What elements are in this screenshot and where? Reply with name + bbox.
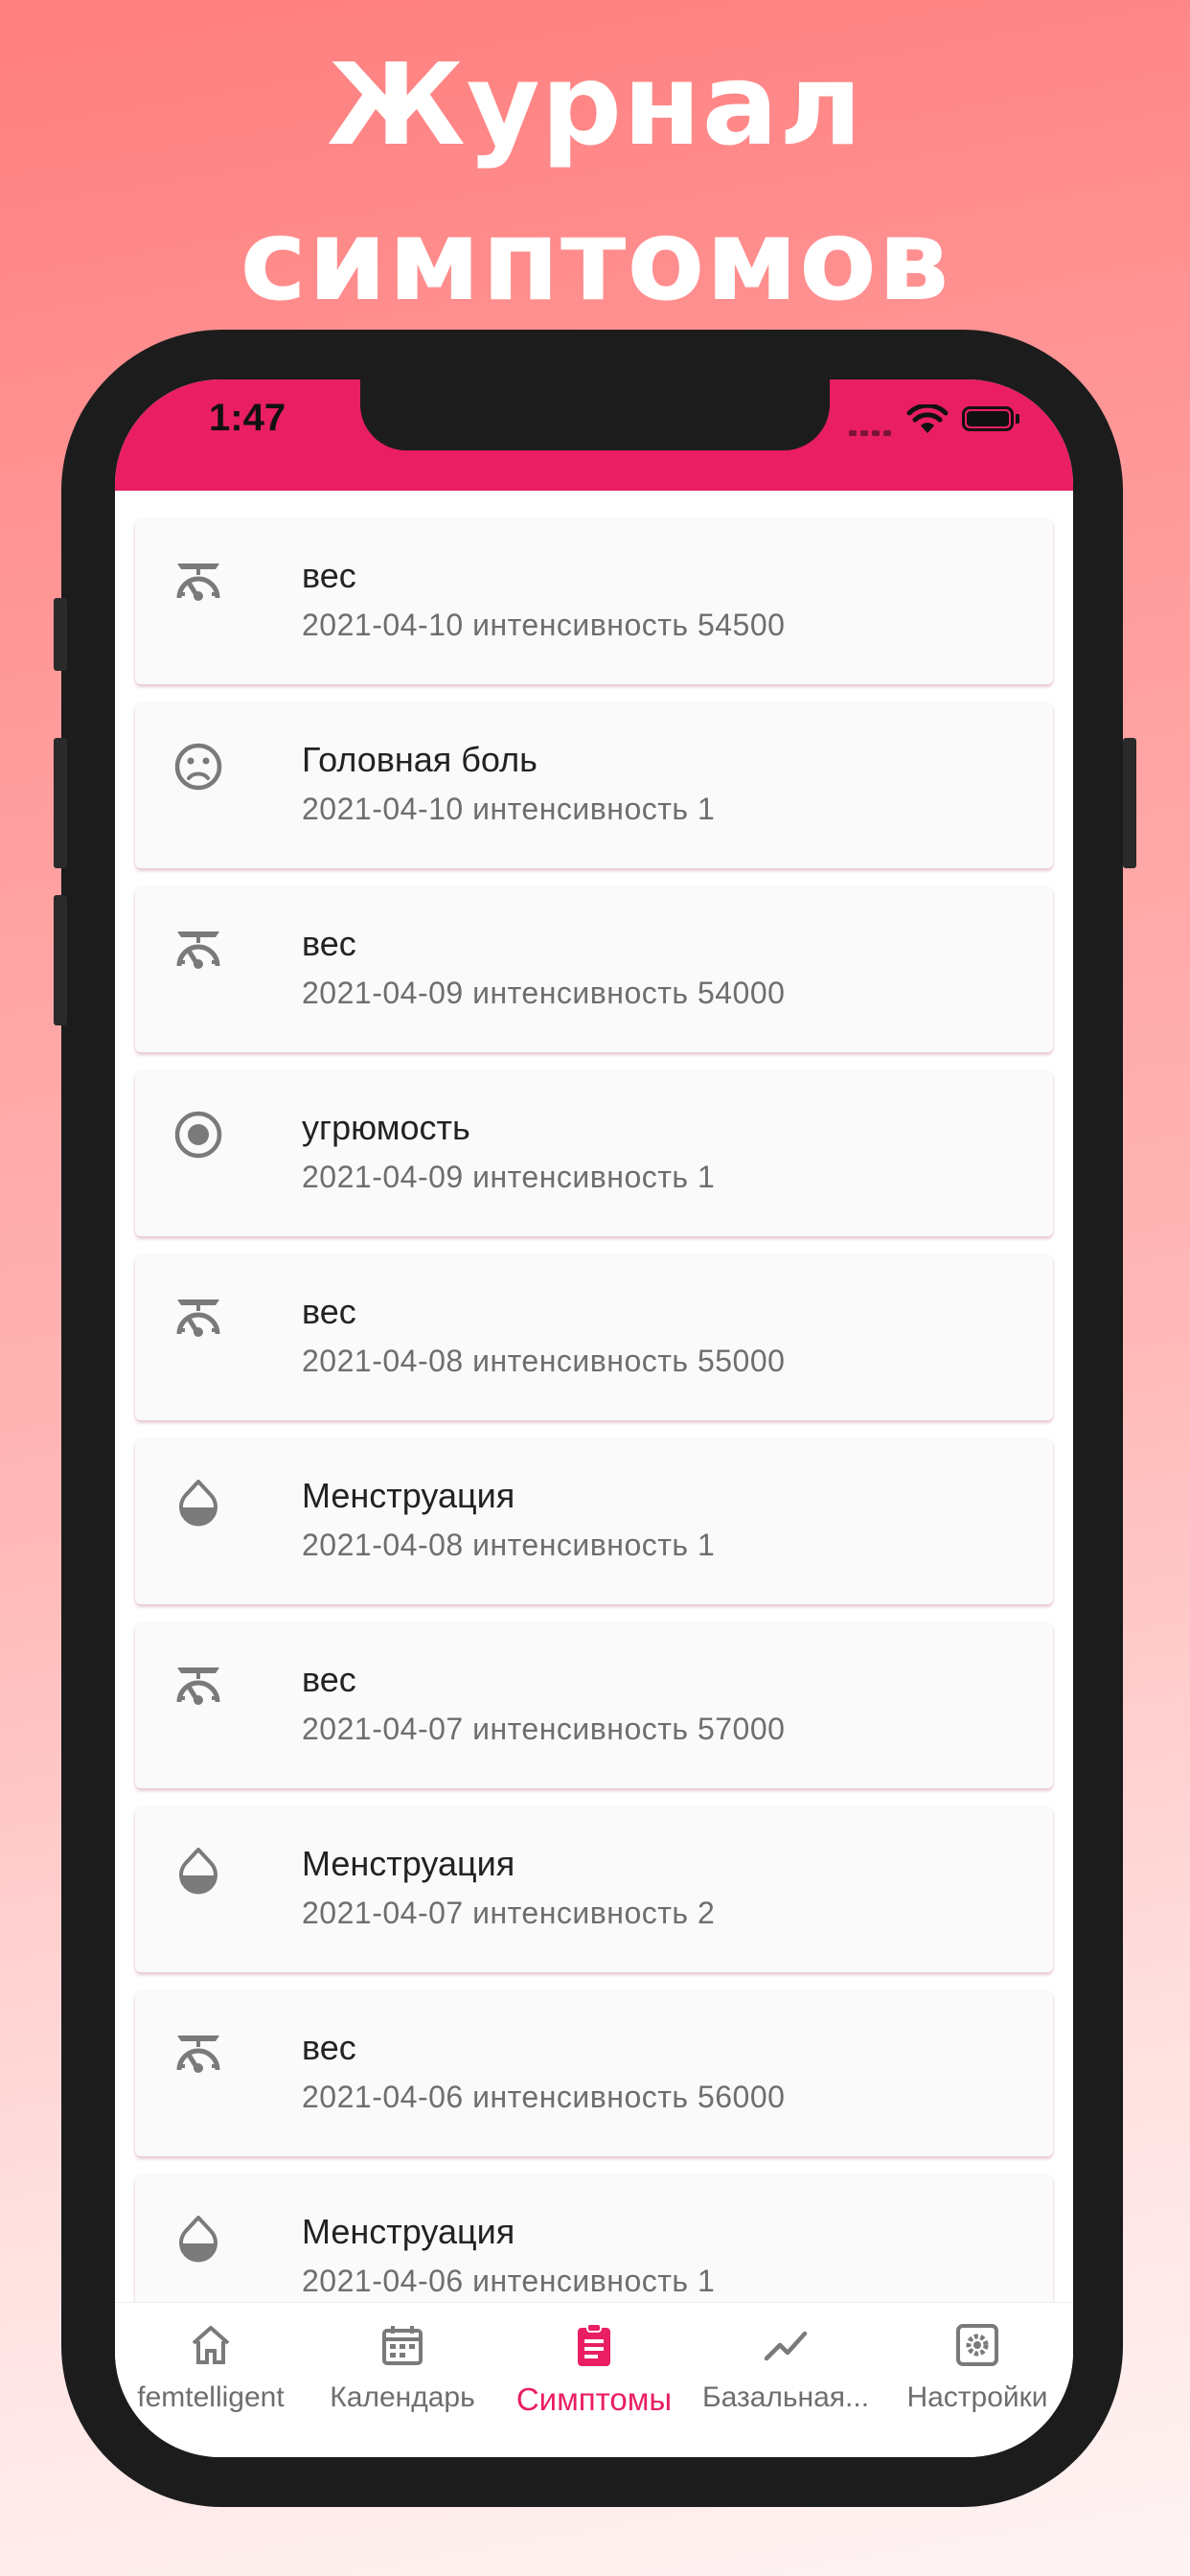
symptom-title: вес bbox=[302, 1660, 356, 1699]
symptom-title: вес bbox=[302, 2028, 356, 2067]
tab-label: Настройки bbox=[906, 2381, 1048, 2413]
sad-face-icon bbox=[172, 740, 225, 794]
symptom-date-intensity: 2021-04-06 интенсивность 56000 bbox=[302, 2080, 786, 2114]
symptom-title: Головная боль bbox=[302, 740, 538, 779]
symptom-list[interactable]: вес 2021-04-10 интенсивность 54500 Головна… bbox=[115, 491, 1073, 2302]
phone-volume-up bbox=[54, 738, 67, 868]
symptom-card[interactable]: Головная боль 2021-04-10 интенсивность 1 bbox=[135, 703, 1053, 868]
symptom-card[interactable]: угрюмость 2021-04-09 интенсивность 1 bbox=[135, 1071, 1053, 1236]
symptom-title: Менструация bbox=[302, 1476, 515, 1515]
promo-headline: Журнал симптомов bbox=[0, 27, 1190, 337]
battery-cap bbox=[1016, 414, 1019, 424]
tab-calendar[interactable]: Календарь bbox=[307, 2303, 498, 2457]
phone-volume-down bbox=[54, 895, 67, 1025]
symptom-title: угрюмость bbox=[302, 1108, 470, 1147]
bottom-navigation: femtelligent Календарь Симптомы Базальная..… bbox=[115, 2302, 1073, 2457]
tab-label: femtelligent bbox=[137, 2381, 285, 2413]
status-time: 1:47 bbox=[209, 397, 286, 439]
tab-label: Симптомы bbox=[515, 2381, 673, 2417]
symptom-card[interactable]: Менструация 2021-04-07 интенсивность 2 bbox=[135, 1807, 1053, 1972]
promo-headline-line2: симптомов bbox=[240, 194, 950, 326]
scale-icon bbox=[172, 924, 225, 978]
tab-trending-line[interactable]: Базальная... bbox=[690, 2303, 881, 2457]
symptom-date-intensity: 2021-04-08 интенсивность 1 bbox=[302, 1528, 716, 1562]
symptom-card[interactable]: Менструация 2021-04-08 интенсивность 1 bbox=[135, 1439, 1053, 1604]
symptom-title: вес bbox=[302, 1292, 356, 1331]
phone-power-button bbox=[1123, 738, 1136, 868]
tab-clipboard[interactable]: Симптомы bbox=[498, 2303, 690, 2457]
symptom-card[interactable]: вес 2021-04-08 интенсивность 55000 bbox=[135, 1255, 1053, 1420]
tab-label: Календарь bbox=[330, 2381, 475, 2413]
symptom-date-intensity: 2021-04-07 интенсивность 2 bbox=[302, 1896, 716, 1930]
drop-icon bbox=[172, 2212, 225, 2266]
symptom-title: вес bbox=[302, 924, 356, 963]
radio-circle-icon bbox=[172, 1108, 225, 1162]
app-screen: 1:47 вес 2021-04-10 интенсивность 54500 Го… bbox=[115, 380, 1073, 2457]
tab-label: Базальная... bbox=[701, 2381, 870, 2413]
symptom-date-intensity: 2021-04-10 интенсивность 54500 bbox=[302, 608, 786, 642]
symptom-date-intensity: 2021-04-09 интенсивность 1 bbox=[302, 1160, 716, 1194]
settings-icon bbox=[954, 2322, 1000, 2368]
symptom-title: Менструация bbox=[302, 2212, 515, 2251]
symptom-card[interactable]: вес 2021-04-10 интенсивность 54500 bbox=[135, 519, 1053, 684]
symptom-date-intensity: 2021-04-10 интенсивность 1 bbox=[302, 792, 716, 826]
symptom-date-intensity: 2021-04-06 интенсивность 1 bbox=[302, 2264, 716, 2298]
drop-icon bbox=[172, 1476, 225, 1530]
symptom-card[interactable]: вес 2021-04-09 интенсивность 54000 bbox=[135, 887, 1053, 1052]
symptom-title: вес bbox=[302, 556, 356, 595]
battery-icon bbox=[962, 406, 1014, 431]
symptom-date-intensity: 2021-04-07 интенсивность 57000 bbox=[302, 1712, 786, 1746]
symptom-date-intensity: 2021-04-09 интенсивность 54000 bbox=[302, 976, 786, 1010]
symptom-date-intensity: 2021-04-08 интенсивность 55000 bbox=[302, 1344, 786, 1378]
tab-settings[interactable]: Настройки bbox=[881, 2303, 1073, 2457]
clipboard-icon bbox=[571, 2322, 617, 2368]
device-notch bbox=[360, 380, 830, 450]
phone-mute-switch bbox=[54, 598, 67, 671]
scale-icon bbox=[172, 1660, 225, 1714]
symptom-card[interactable]: вес 2021-04-06 интенсивность 56000 bbox=[135, 1991, 1053, 2156]
symptom-card[interactable]: Менструация 2021-04-06 интенсивность 1 bbox=[135, 2175, 1053, 2302]
cellular-signal-icon bbox=[849, 424, 895, 436]
promo-headline-line1: Журнал bbox=[327, 38, 863, 171]
tab-home[interactable]: femtelligent bbox=[115, 2303, 307, 2457]
drop-icon bbox=[172, 1844, 225, 1898]
home-icon bbox=[188, 2322, 234, 2368]
symptom-title: Менструация bbox=[302, 1844, 515, 1883]
trending-line-icon bbox=[763, 2322, 809, 2368]
scale-icon bbox=[172, 1292, 225, 1346]
scale-icon bbox=[172, 556, 225, 610]
wifi-icon bbox=[906, 404, 949, 433]
calendar-icon bbox=[379, 2322, 425, 2368]
symptom-card[interactable]: вес 2021-04-07 интенсивность 57000 bbox=[135, 1623, 1053, 1788]
scale-icon bbox=[172, 2028, 225, 2082]
